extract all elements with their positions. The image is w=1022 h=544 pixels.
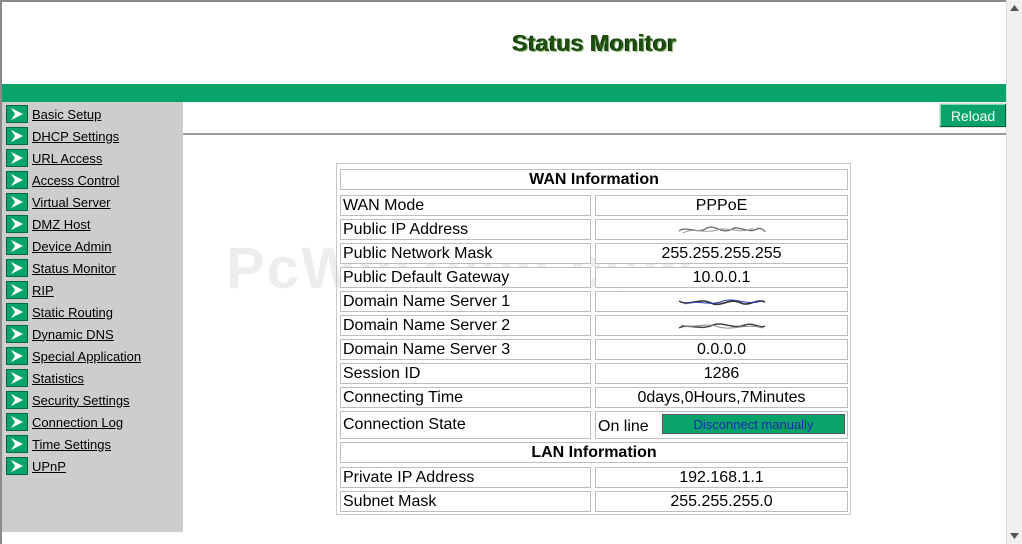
- dns1-value: [595, 291, 848, 312]
- sidebar-item-basic-setup[interactable]: Basic Setup: [6, 104, 101, 124]
- sidebar-item-access-control[interactable]: Access Control: [6, 170, 119, 190]
- session-id-label: Session ID: [340, 363, 591, 384]
- sidebar-item-dynamic-dns[interactable]: Dynamic DNS: [6, 324, 114, 344]
- sidebar-item-label: Security Settings: [32, 392, 130, 408]
- connecting-time-label: Connecting Time: [340, 387, 591, 408]
- sidebar-item-time-settings[interactable]: Time Settings: [6, 434, 111, 454]
- logo-area: [2, 2, 183, 84]
- status-table: WAN Information WAN Mode PPPoE Public IP…: [336, 163, 851, 515]
- sidebar-item-label: Dynamic DNS: [32, 326, 114, 342]
- public-mask-label: Public Network Mask: [340, 243, 591, 264]
- sidebar-item-statistics[interactable]: Statistics: [6, 368, 84, 388]
- sidebar-item-label: Connection Log: [32, 414, 124, 430]
- sidebar-item-label: RIP: [32, 282, 54, 298]
- lan-heading: LAN Information: [340, 442, 848, 463]
- page-title: Status Monitor: [512, 30, 677, 56]
- dns1-label: Domain Name Server 1: [340, 291, 591, 312]
- wan-mode-label: WAN Mode: [340, 195, 591, 216]
- green-arrow-icon: [6, 105, 28, 123]
- sidebar-item-url-access[interactable]: URL Access: [6, 148, 102, 168]
- green-arrow-icon: [6, 281, 28, 299]
- green-arrow-icon: [6, 435, 28, 453]
- public-gateway-value: 10.0.0.1: [595, 267, 848, 288]
- dns3-value: 0.0.0.0: [595, 339, 848, 360]
- dns3-label: Domain Name Server 3: [340, 339, 591, 360]
- sidebar-item-label: Device Admin: [32, 238, 112, 254]
- sidebar-item-static-routing[interactable]: Static Routing: [6, 302, 113, 322]
- sidebar-item-label: Access Control: [32, 172, 120, 188]
- public-mask-value: 255.255.255.255: [595, 243, 848, 264]
- sidebar-item-label: Virtual Server: [32, 194, 111, 210]
- sidebar-item-label: Time Settings: [32, 436, 111, 452]
- toolbar-divider: [183, 133, 1006, 136]
- green-arrow-icon: [6, 171, 28, 189]
- private-ip-value: 192.168.1.1: [595, 467, 848, 488]
- green-arrow-icon: [6, 303, 28, 321]
- green-arrow-icon: [6, 391, 28, 409]
- green-arrow-icon: [6, 127, 28, 145]
- sidebar-item-status-monitor[interactable]: Status Monitor: [6, 258, 116, 278]
- wan-mode-value: PPPoE: [595, 195, 848, 216]
- green-arrow-icon: [6, 413, 28, 431]
- connection-state-label: Connection State: [340, 411, 591, 439]
- sidebar-item-label: Static Routing: [32, 304, 113, 320]
- sidebar-item-label: UPnP: [32, 458, 66, 474]
- green-arrow-icon: [6, 237, 28, 255]
- header-accent-bar: [2, 84, 1006, 102]
- sidebar-item-label: Special Application: [32, 348, 142, 364]
- reload-button[interactable]: Reload: [939, 103, 1007, 128]
- sidebar-item-rip[interactable]: RIP: [6, 280, 54, 300]
- dns2-label: Domain Name Server 2: [340, 315, 591, 336]
- sidebar-item-connection-log[interactable]: Connection Log: [6, 412, 123, 432]
- sidebar-item-label: Status Monitor: [32, 260, 116, 276]
- sidebar-item-special-application[interactable]: Special Application: [6, 346, 141, 366]
- public-ip-label: Public IP Address: [340, 219, 591, 240]
- wan-heading: WAN Information: [340, 169, 848, 190]
- green-arrow-icon: [6, 193, 28, 211]
- dns2-value: [595, 315, 848, 336]
- green-arrow-icon: [6, 149, 28, 167]
- green-arrow-icon: [6, 325, 28, 343]
- green-arrow-icon: [6, 369, 28, 387]
- green-arrow-icon: [6, 347, 28, 365]
- scroll-down-icon[interactable]: [1007, 528, 1022, 543]
- green-arrow-icon: [6, 457, 28, 475]
- scroll-up-icon[interactable]: [1007, 0, 1022, 15]
- subnet-mask-value: 255.255.255.0: [595, 491, 848, 512]
- sidebar-item-device-admin[interactable]: Device Admin: [6, 236, 111, 256]
- sidebar-item-label: Basic Setup: [32, 106, 102, 122]
- connection-state-value: On line: [598, 418, 649, 435]
- public-gateway-label: Public Default Gateway: [340, 267, 591, 288]
- sidebar-item-label: DHCP Settings: [32, 128, 120, 144]
- sidebar-item-dhcp-settings[interactable]: DHCP Settings: [6, 126, 119, 146]
- private-ip-label: Private IP Address: [340, 467, 591, 488]
- public-ip-value: [595, 219, 848, 240]
- sidebar-item-label: URL Access: [32, 150, 103, 166]
- sidebar-item-virtual-server[interactable]: Virtual Server: [6, 192, 111, 212]
- scribble-redaction: [678, 225, 766, 233]
- sidebar-item-label: DMZ Host: [32, 216, 91, 232]
- green-arrow-icon: [6, 215, 28, 233]
- vertical-scrollbar[interactable]: [1006, 0, 1022, 544]
- connecting-time-value: 0days,0Hours,7Minutes: [595, 387, 848, 408]
- connection-state-cell: On line Disconnect manually: [595, 411, 848, 439]
- scribble-redaction: [678, 299, 765, 305]
- disconnect-button[interactable]: Disconnect manually: [662, 414, 845, 434]
- scribble-redaction: [678, 322, 765, 329]
- sidebar-item-label: Statistics: [32, 370, 85, 386]
- sidebar-nav: Basic Setup DHCP Settings URL Access Access…: [2, 102, 183, 532]
- sidebar-item-upnp[interactable]: UPnP: [6, 456, 66, 476]
- subnet-mask-label: Subnet Mask: [340, 491, 591, 512]
- sidebar-item-security-settings[interactable]: Security Settings: [6, 390, 130, 410]
- session-id-value: 1286: [595, 363, 848, 384]
- sidebar-item-dmz-host[interactable]: DMZ Host: [6, 214, 91, 234]
- green-arrow-icon: [6, 259, 28, 277]
